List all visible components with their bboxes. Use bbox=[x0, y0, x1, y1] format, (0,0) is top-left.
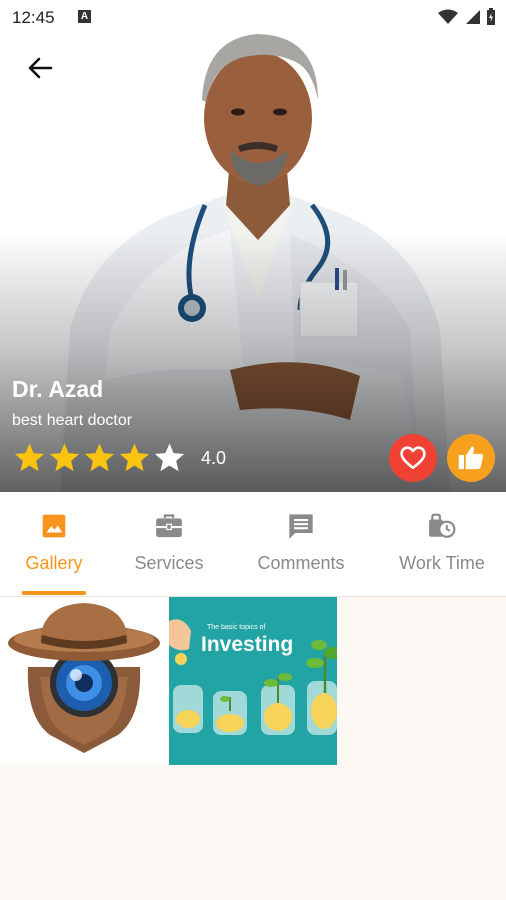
star-filled-icon bbox=[119, 443, 150, 472]
gallery-item-investing[interactable]: The basic topics of Investing bbox=[169, 597, 337, 765]
doctor-name: Dr. Azad bbox=[12, 376, 104, 402]
active-tab-indicator bbox=[22, 591, 86, 595]
gallery-item-spy[interactable] bbox=[0, 597, 168, 765]
status-bar: 12:45 A bbox=[0, 0, 506, 34]
tab-services[interactable]: Services bbox=[124, 492, 214, 596]
clock-bag-icon bbox=[428, 512, 456, 540]
briefcase-icon bbox=[155, 512, 183, 540]
tab-comments[interactable]: Comments bbox=[246, 492, 356, 596]
rating-value: 4.0 bbox=[201, 447, 227, 468]
status-icons bbox=[438, 8, 496, 26]
doctor-specialty: best heart doctor bbox=[12, 412, 133, 429]
investing-image: The basic topics of Investing bbox=[169, 597, 337, 765]
tab-work-time[interactable]: Work Time bbox=[390, 492, 494, 596]
battery-icon bbox=[487, 8, 495, 25]
star-filled-icon bbox=[49, 443, 80, 472]
star-filled-icon bbox=[14, 443, 45, 472]
heart-icon bbox=[400, 446, 426, 470]
status-time: 12:45 bbox=[12, 8, 55, 27]
arrow-left-icon bbox=[28, 57, 53, 79]
image-icon bbox=[40, 512, 68, 540]
comment-icon bbox=[287, 512, 315, 540]
wifi-icon bbox=[438, 9, 458, 24]
star-empty-icon bbox=[154, 443, 185, 472]
tab-services-label: Services bbox=[134, 553, 204, 573]
tab-gallery[interactable]: Gallery bbox=[14, 492, 94, 596]
favorite-button[interactable] bbox=[389, 434, 437, 482]
tab-gallery-label: Gallery bbox=[25, 553, 83, 573]
signal-icon bbox=[466, 10, 480, 24]
gallery-grid: The basic topics of Investing bbox=[0, 597, 506, 900]
investing-small-caption: The basic topics of bbox=[207, 624, 265, 631]
star-filled-icon bbox=[84, 443, 115, 472]
tab-comments-label: Comments bbox=[257, 553, 345, 573]
like-button[interactable] bbox=[447, 434, 495, 482]
tab-bar: Gallery Services Comments Work Time bbox=[0, 492, 506, 597]
spy-camera-image bbox=[0, 597, 168, 765]
thumbs-up-icon bbox=[458, 446, 484, 470]
back-button[interactable] bbox=[22, 50, 58, 86]
notification-badge: A bbox=[78, 10, 91, 23]
tab-work-time-label: Work Time bbox=[399, 553, 485, 573]
investing-title: Investing bbox=[201, 633, 293, 656]
rating-stars: 4.0 bbox=[12, 441, 226, 475]
